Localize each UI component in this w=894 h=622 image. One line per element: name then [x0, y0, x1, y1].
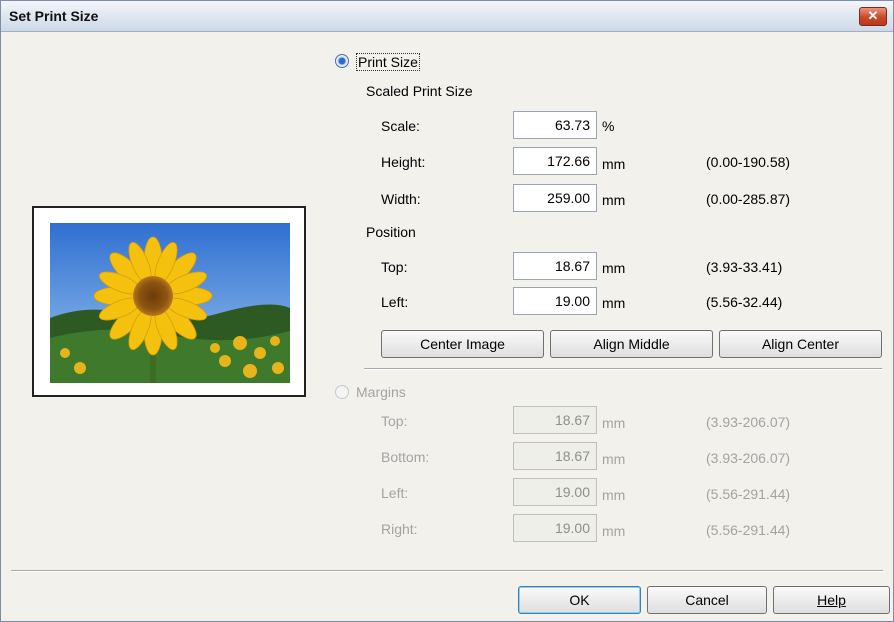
width-unit: mm [602, 192, 626, 208]
cancel-button[interactable]: Cancel [647, 586, 767, 614]
title-bar: Set Print Size ✕ [1, 1, 893, 32]
height-unit: mm [602, 156, 626, 172]
print-size-radio[interactable] [335, 54, 349, 68]
close-icon: ✕ [867, 8, 879, 23]
width-label: Width: [381, 191, 421, 207]
window-title: Set Print Size [9, 8, 99, 24]
align-center-button[interactable]: Align Center [719, 330, 882, 358]
margin-top-input[interactable]: 18.67 [513, 406, 597, 434]
margin-right-input[interactable]: 19.00 [513, 514, 597, 542]
margin-left-unit: mm [602, 487, 626, 503]
scale-label: Scale: [381, 118, 420, 134]
height-label: Height: [381, 154, 426, 170]
margin-left-input[interactable]: 19.00 [513, 478, 597, 506]
help-button[interactable]: Help [773, 586, 890, 614]
margin-bottom-range: (3.93-206.07) [706, 450, 791, 466]
position-left-input[interactable]: 19.00 [513, 287, 597, 315]
height-input[interactable]: 172.66 [513, 147, 597, 175]
position-left-range: (5.56-32.44) [706, 294, 783, 310]
center-image-button[interactable]: Center Image [381, 330, 544, 358]
margin-right-unit: mm [602, 523, 626, 539]
scale-input[interactable]: 63.73 [513, 111, 597, 139]
section-separator [364, 368, 882, 370]
margin-top-label: Top: [381, 413, 408, 429]
position-left-label: Left: [381, 294, 409, 310]
footer-separator [11, 570, 883, 572]
margin-right-label: Right: [381, 521, 418, 537]
width-range: (0.00-285.87) [706, 191, 791, 207]
height-range: (0.00-190.58) [706, 154, 791, 170]
width-input[interactable]: 259.00 [513, 184, 597, 212]
print-size-radio-label[interactable]: Print Size [356, 53, 420, 71]
margin-right-range: (5.56-291.44) [706, 522, 791, 538]
scale-unit: % [602, 118, 615, 134]
margins-radio[interactable] [335, 385, 349, 399]
margins-radio-label[interactable]: Margins [356, 384, 406, 400]
ok-button[interactable]: OK [518, 586, 641, 614]
sunflower-photo [50, 223, 290, 383]
position-top-label: Top: [381, 259, 408, 275]
margin-bottom-input[interactable]: 18.67 [513, 442, 597, 470]
margin-top-range: (3.93-206.07) [706, 414, 791, 430]
print-preview [32, 206, 306, 397]
position-top-input[interactable]: 18.67 [513, 252, 597, 280]
close-button[interactable]: ✕ [859, 7, 887, 26]
set-print-size-dialog: Set Print Size ✕ Print Size Scaled Print… [0, 0, 894, 622]
margin-left-range: (5.56-291.44) [706, 486, 791, 502]
scaled-print-size-heading: Scaled Print Size [366, 83, 473, 99]
margin-bottom-label: Bottom: [381, 449, 430, 465]
margin-left-label: Left: [381, 485, 409, 501]
position-top-range: (3.93-33.41) [706, 259, 783, 275]
align-middle-button[interactable]: Align Middle [550, 330, 713, 358]
position-left-unit: mm [602, 295, 626, 311]
position-heading: Position [366, 224, 416, 240]
margin-top-unit: mm [602, 415, 626, 431]
margin-bottom-unit: mm [602, 451, 626, 467]
position-top-unit: mm [602, 260, 626, 276]
